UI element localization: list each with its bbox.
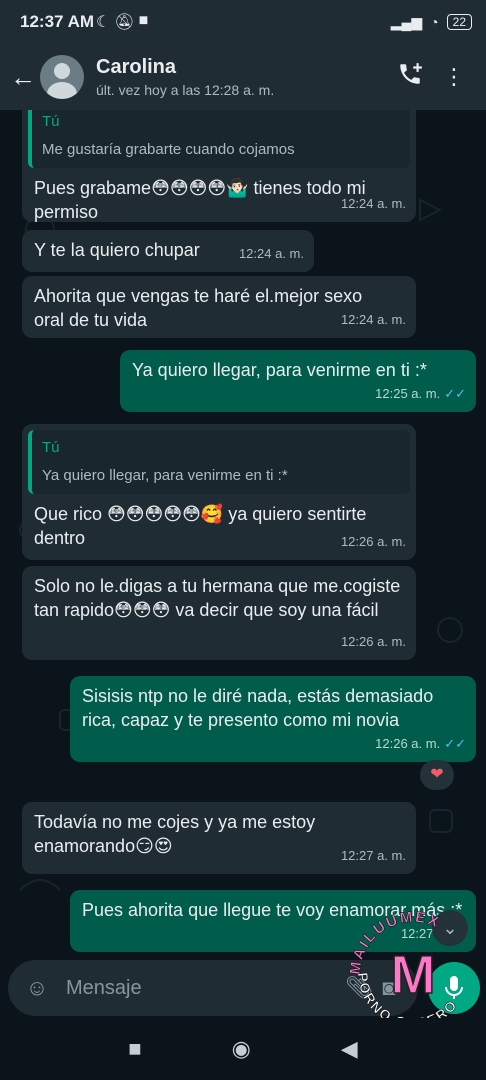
mic-button[interactable]	[428, 962, 480, 1014]
message-bubble[interactable]: Solo no le.digas a tu hermana que me.cog…	[22, 566, 416, 660]
message-input[interactable]	[64, 975, 344, 1001]
status-time: 12:37 AM	[20, 12, 95, 31]
avatar-head-shape	[54, 63, 70, 79]
quoted-message[interactable]: Tú Ya quiero llegar, para venirme en ti …	[28, 430, 410, 494]
quote-author: Tú	[42, 439, 60, 456]
message-time: 12:24 a. m.	[238, 246, 304, 261]
message-time: 12:26 a. m.	[340, 534, 406, 549]
status-icons: ☾ 🔕︎ ■	[96, 12, 148, 32]
heart-reaction[interactable]: ❤	[420, 760, 454, 790]
quote-text: Ya quiero llegar, para venirme en ti :*	[42, 467, 288, 484]
wifi-icon: ◔	[430, 14, 439, 30]
bell-off-icon: 🔕︎	[114, 14, 135, 31]
message-bubble[interactable]: Y te la quiero chupar 12:24 a. m.	[22, 230, 314, 272]
message-bubble[interactable]: Sisisis ntp no le diré nada, estás demas…	[70, 676, 476, 762]
status-bar: 12:37 AM ☾ 🔕︎ ■ ▂▄▆ ◔ 22	[0, 0, 486, 44]
contact-name: Carolina	[96, 56, 177, 78]
message-bubble[interactable]: Todavía no me cojes y ya me estoy enamor…	[22, 802, 416, 874]
mic-icon	[445, 976, 463, 999]
message-bubble[interactable]: Ya quiero llegar, para venirme en ti :* …	[120, 350, 476, 412]
message-bubble[interactable]: Tú Me gustaría grabarte cuando cojamos P…	[22, 110, 416, 222]
message-bubble[interactable]: Tú Ya quiero llegar, para venirme en ti …	[22, 424, 416, 560]
more-vert-icon[interactable]: ⋮	[432, 64, 476, 90]
message-text: Solo no le.digas a tu hermana que me.cog…	[34, 576, 401, 620]
message-text: Sisisis ntp no le diré nada, estás demas…	[82, 686, 434, 730]
recents-button[interactable]: ■	[128, 1036, 141, 1062]
last-seen: últ. vez hoy a las 12:28 a. m.	[96, 82, 275, 98]
message-time: 12:26 a. m.	[340, 634, 406, 649]
quote-author: Tú	[42, 113, 60, 130]
avatar-body-shape	[47, 82, 77, 99]
signal-icon: ▂▄▆	[390, 13, 423, 30]
message-meta: 12:25 a. m. ✓✓	[375, 382, 466, 406]
message-text: Ya quiero llegar, para venirme en ti :*	[132, 360, 427, 380]
emoji-icon[interactable]: ☺	[22, 975, 52, 1001]
back-button[interactable]: ◀	[341, 1036, 358, 1062]
battery-indicator: 22	[446, 14, 472, 30]
avatar[interactable]	[40, 55, 84, 99]
input-box[interactable]: ☺ 📎︎ ◙	[8, 960, 418, 1016]
status-right: ▂▄▆ ◔ 22	[391, 14, 472, 31]
message-composer: ☺ 📎︎ ◙	[0, 960, 486, 1018]
system-nav-bar: ■ ◉ ◀	[0, 1018, 486, 1080]
chat-area[interactable]: Tú Me gustaría grabarte cuando cojamos P…	[0, 110, 486, 960]
message-meta: 12:26 a. m. ✓✓	[375, 732, 466, 756]
chat-header: ← Carolina últ. vez hoy a las 12:28 a. m…	[0, 44, 486, 110]
back-arrow-icon[interactable]: ←	[10, 62, 36, 93]
quote-text: Me gustaría grabarte cuando cojamos	[42, 141, 295, 158]
home-button[interactable]: ◉	[232, 1036, 251, 1062]
quoted-message[interactable]: Tú Me gustaría grabarte cuando cojamos	[28, 110, 410, 168]
message-time: 12:27 a. m.	[340, 848, 406, 863]
message-time: 12:24 a. m.	[340, 196, 406, 211]
message-bubble[interactable]: Pues ahorita que llegue te voy enamorar …	[70, 890, 476, 952]
message-time: 12:26 a. m.	[375, 736, 441, 751]
camera-icon[interactable]: ◙	[374, 975, 404, 1001]
read-ticks-icon: ✓✓	[444, 386, 466, 401]
message-time: 12:25 a. m.	[375, 386, 441, 401]
moon-icon: ☾	[96, 14, 111, 31]
paperclip-icon[interactable]: 📎︎	[344, 975, 374, 1001]
add-call-svg	[400, 63, 422, 84]
contact-info[interactable]: Carolina últ. vez hoy a las 12:28 a. m.	[96, 56, 388, 98]
chevron-double-down-icon: ⌄	[442, 918, 458, 938]
scroll-down-button[interactable]: ⌄	[432, 910, 468, 946]
add-call-icon[interactable]	[388, 61, 432, 93]
message-text: Pues ahorita que llegue te voy enamorar …	[82, 900, 463, 920]
video-icon: ■	[138, 12, 149, 29]
message-time: 12:24 a. m.	[340, 312, 406, 327]
read-ticks-icon: ✓✓	[444, 736, 466, 751]
message-bubble[interactable]: Ahorita que vengas te haré el.mejor sexo…	[22, 276, 416, 338]
